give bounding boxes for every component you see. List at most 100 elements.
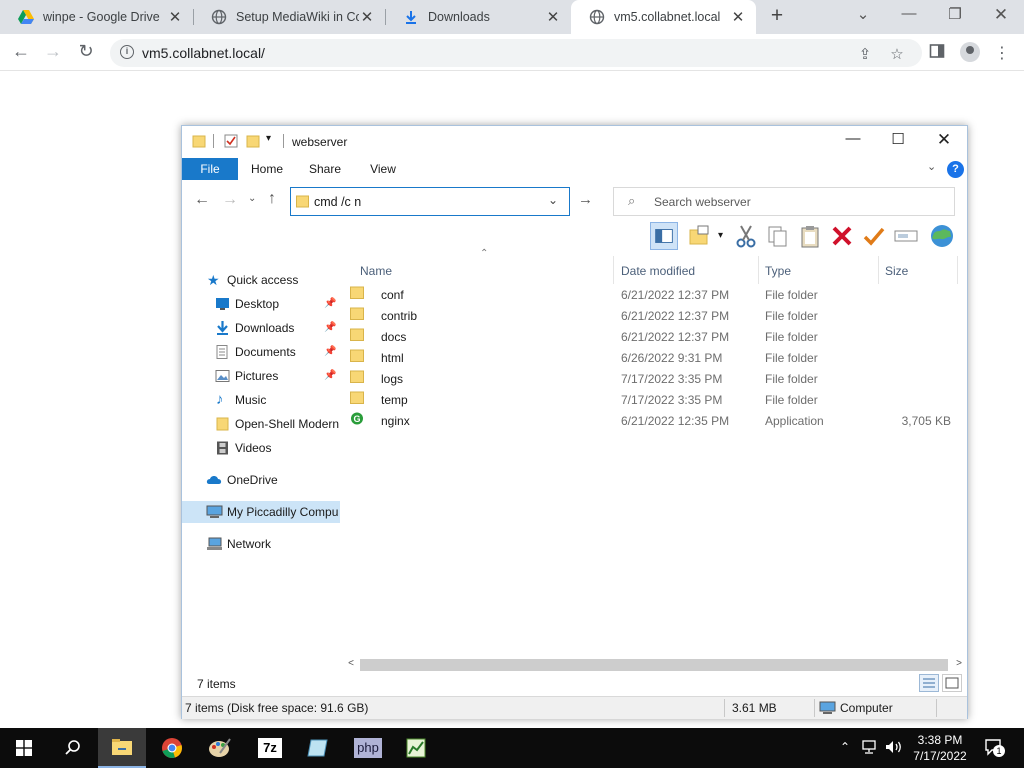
- menu-kebab-icon[interactable]: ⋮: [992, 43, 1012, 63]
- delete-x-icon[interactable]: [828, 222, 856, 250]
- file-row[interactable]: logs 7/17/2022 3:35 PM File folder: [350, 369, 959, 390]
- quick-access-dropdown-icon[interactable]: ▾: [266, 133, 271, 144]
- back-button[interactable]: ←: [9, 40, 33, 64]
- tab-google-drive[interactable]: winpe - Google Drive ✕: [0, 0, 193, 34]
- restore-button[interactable]: ❐: [944, 5, 966, 27]
- search-input[interactable]: ⌕ Search webserver: [613, 187, 955, 216]
- column-header-size[interactable]: Size: [885, 260, 908, 282]
- taskbar-chrome[interactable]: [148, 728, 196, 768]
- taskbar-chart-app[interactable]: [392, 728, 440, 768]
- profile-avatar-icon[interactable]: [960, 42, 980, 62]
- globe-network-icon[interactable]: [928, 222, 956, 250]
- side-panel-icon[interactable]: [927, 43, 947, 63]
- maximize-button[interactable]: ☐: [883, 130, 913, 152]
- up-arrow-icon[interactable]: ↑: [268, 190, 276, 208]
- info-icon[interactable]: i: [120, 45, 134, 59]
- taskbar-notepad[interactable]: [294, 728, 342, 768]
- taskbar-7zip[interactable]: 7z: [246, 728, 294, 768]
- nav-item-pictures[interactable]: Pictures 📌: [182, 365, 340, 387]
- tab-setup-mediawiki[interactable]: Setup MediaWiki in Co ✕: [193, 0, 385, 34]
- scroll-right-arrow-icon[interactable]: >: [952, 658, 966, 669]
- options-dropdown-icon[interactable]: ▾: [718, 230, 723, 241]
- nav-item-onedrive[interactable]: OneDrive: [182, 469, 340, 491]
- notifications-button[interactable]: 1: [984, 738, 1005, 757]
- new-folder-icon[interactable]: [246, 134, 260, 148]
- close-window-button[interactable]: ✕: [929, 130, 959, 152]
- forward-button[interactable]: →: [41, 40, 65, 64]
- column-separator[interactable]: [758, 256, 759, 284]
- column-separator[interactable]: [957, 256, 958, 284]
- file-row[interactable]: docs 6/21/2022 12:37 PM File folder: [350, 327, 959, 348]
- rename-icon[interactable]: [892, 222, 920, 250]
- taskbar-file-explorer[interactable]: [98, 728, 146, 768]
- close-icon[interactable]: ✕: [730, 8, 746, 26]
- minimize-button[interactable]: —: [838, 130, 868, 152]
- close-icon[interactable]: ✕: [359, 8, 375, 26]
- column-header-date-modified[interactable]: Date modified: [621, 260, 695, 282]
- close-icon[interactable]: ✕: [167, 8, 183, 26]
- help-icon[interactable]: ?: [947, 161, 964, 178]
- nav-item-videos[interactable]: Videos: [182, 437, 340, 459]
- nav-item-desktop[interactable]: Desktop 📌: [182, 293, 340, 315]
- ribbon-tab-view[interactable]: View: [360, 158, 406, 180]
- details-view-icon[interactable]: [919, 674, 939, 692]
- preview-pane-icon[interactable]: [650, 222, 678, 250]
- ribbon-tab-share[interactable]: Share: [302, 158, 348, 180]
- taskbar-paint[interactable]: [196, 728, 244, 768]
- column-header-name[interactable]: Name: [360, 260, 392, 282]
- file-row[interactable]: contrib 6/21/2022 12:37 PM File folder: [350, 306, 959, 327]
- taskbar-php[interactable]: php: [344, 728, 392, 768]
- file-row[interactable]: G nginx 6/21/2022 12:35 PM Application 3…: [350, 411, 959, 432]
- go-arrow-icon[interactable]: →: [578, 191, 593, 208]
- paste-clipboard-icon[interactable]: [796, 222, 824, 250]
- reload-button[interactable]: ↻: [74, 40, 98, 64]
- file-row[interactable]: conf 6/21/2022 12:37 PM File folder: [350, 285, 959, 306]
- nav-item-music[interactable]: ♪ Music: [182, 389, 340, 411]
- scrollbar-thumb[interactable]: [360, 659, 948, 671]
- tab-downloads[interactable]: Downloads ✕: [385, 0, 571, 34]
- column-separator[interactable]: [878, 256, 879, 284]
- ribbon-tab-file[interactable]: File: [182, 158, 238, 180]
- minimize-button[interactable]: —: [898, 5, 920, 27]
- nav-item-downloads[interactable]: Downloads 📌: [182, 317, 340, 339]
- address-input[interactable]: cmd /c n ⌄: [290, 187, 570, 216]
- network-tray-icon[interactable]: [862, 740, 878, 754]
- address-bar[interactable]: i vm5.collabnet.local/ ⇪ ☆: [110, 39, 922, 67]
- address-dropdown-chevron-icon[interactable]: ⌄: [548, 193, 558, 207]
- nav-item-quick-access[interactable]: ★ Quick access: [182, 269, 340, 291]
- nav-item-documents[interactable]: Documents 📌: [182, 341, 340, 363]
- show-hidden-icons-chevron-icon[interactable]: ⌃: [840, 740, 850, 754]
- properties-checklist-icon[interactable]: [224, 134, 238, 148]
- close-window-button[interactable]: ✕: [990, 5, 1012, 27]
- search-button[interactable]: [48, 728, 96, 768]
- scroll-left-arrow-icon[interactable]: <: [344, 658, 358, 669]
- share-icon[interactable]: ⇪: [856, 45, 874, 63]
- horizontal-scrollbar[interactable]: < >: [344, 657, 966, 673]
- cut-scissors-icon[interactable]: [732, 222, 760, 250]
- tab-search-chevron-icon[interactable]: ⌄: [852, 5, 874, 27]
- expand-ribbon-chevron-icon[interactable]: ⌄: [927, 160, 936, 173]
- new-tab-button[interactable]: +: [766, 5, 788, 28]
- forward-arrow-icon[interactable]: →: [222, 191, 238, 209]
- bookmark-star-icon[interactable]: ☆: [888, 45, 906, 63]
- file-row[interactable]: temp 7/17/2022 3:35 PM File folder: [350, 390, 959, 411]
- nav-item-open-shell-modern[interactable]: Open-Shell Modern: [182, 413, 340, 435]
- nav-item-label: Open-Shell Modern: [235, 417, 340, 431]
- column-header-type[interactable]: Type: [765, 260, 791, 282]
- column-separator[interactable]: [613, 256, 614, 284]
- start-button[interactable]: [0, 728, 48, 768]
- folder-options-icon[interactable]: [686, 222, 714, 250]
- nav-item-network[interactable]: Network: [182, 533, 340, 555]
- file-row[interactable]: html 6/26/2022 9:31 PM File folder: [350, 348, 959, 369]
- close-icon[interactable]: ✕: [545, 8, 561, 26]
- ribbon-tab-home[interactable]: Home: [244, 158, 290, 180]
- tab-vm5-collabnet[interactable]: vm5.collabnet.local ✕: [571, 0, 756, 34]
- back-arrow-icon[interactable]: ←: [194, 191, 210, 209]
- nav-item-this-pc[interactable]: My Piccadilly Compu: [182, 501, 340, 523]
- taskbar-clock[interactable]: 3:38 PM 7/17/2022: [906, 732, 974, 764]
- recent-locations-chevron-icon[interactable]: ⌄: [248, 193, 256, 204]
- checkmark-icon[interactable]: [860, 222, 888, 250]
- volume-icon[interactable]: [885, 740, 903, 754]
- copy-icon[interactable]: [764, 222, 792, 250]
- large-icons-view-icon[interactable]: [942, 674, 962, 692]
